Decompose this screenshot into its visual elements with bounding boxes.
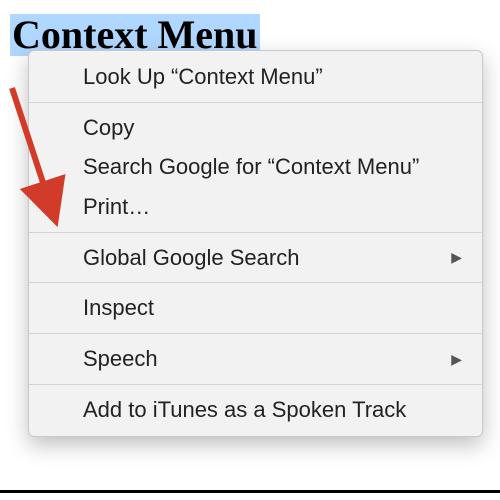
menu-item-copy[interactable]: Copy xyxy=(29,108,482,148)
menu-divider xyxy=(29,102,482,103)
globe-icon xyxy=(51,247,73,269)
menu-item-print[interactable]: Print… xyxy=(29,187,482,227)
chevron-right-icon: ▶ xyxy=(451,350,462,369)
menu-item-lookup[interactable]: Look Up “Context Menu” xyxy=(29,57,482,97)
menu-item-label: Global Google Search xyxy=(83,243,441,273)
menu-divider xyxy=(29,384,482,385)
chevron-right-icon: ▶ xyxy=(451,248,462,267)
menu-item-speech[interactable]: Speech ▶ xyxy=(29,339,482,379)
menu-divider xyxy=(29,282,482,283)
menu-item-label: Inspect xyxy=(83,293,462,323)
menu-item-label: Look Up “Context Menu” xyxy=(83,62,462,92)
menu-item-label: Add to iTunes as a Spoken Track xyxy=(83,395,462,425)
menu-item-inspect[interactable]: Inspect xyxy=(29,288,482,328)
bottom-border xyxy=(0,490,500,493)
menu-divider xyxy=(29,333,482,334)
menu-item-label: Speech xyxy=(83,344,441,374)
context-menu: Look Up “Context Menu” Copy Search Googl… xyxy=(28,50,483,437)
menu-item-global-google-search[interactable]: Global Google Search ▶ xyxy=(29,238,482,278)
menu-item-add-itunes[interactable]: Add to iTunes as a Spoken Track xyxy=(29,390,482,430)
menu-item-label: Print… xyxy=(83,192,462,222)
menu-divider xyxy=(29,232,482,233)
menu-item-search-google[interactable]: Search Google for “Context Menu” xyxy=(29,147,482,187)
menu-item-label: Search Google for “Context Menu” xyxy=(83,152,462,182)
menu-item-label: Copy xyxy=(83,113,462,143)
